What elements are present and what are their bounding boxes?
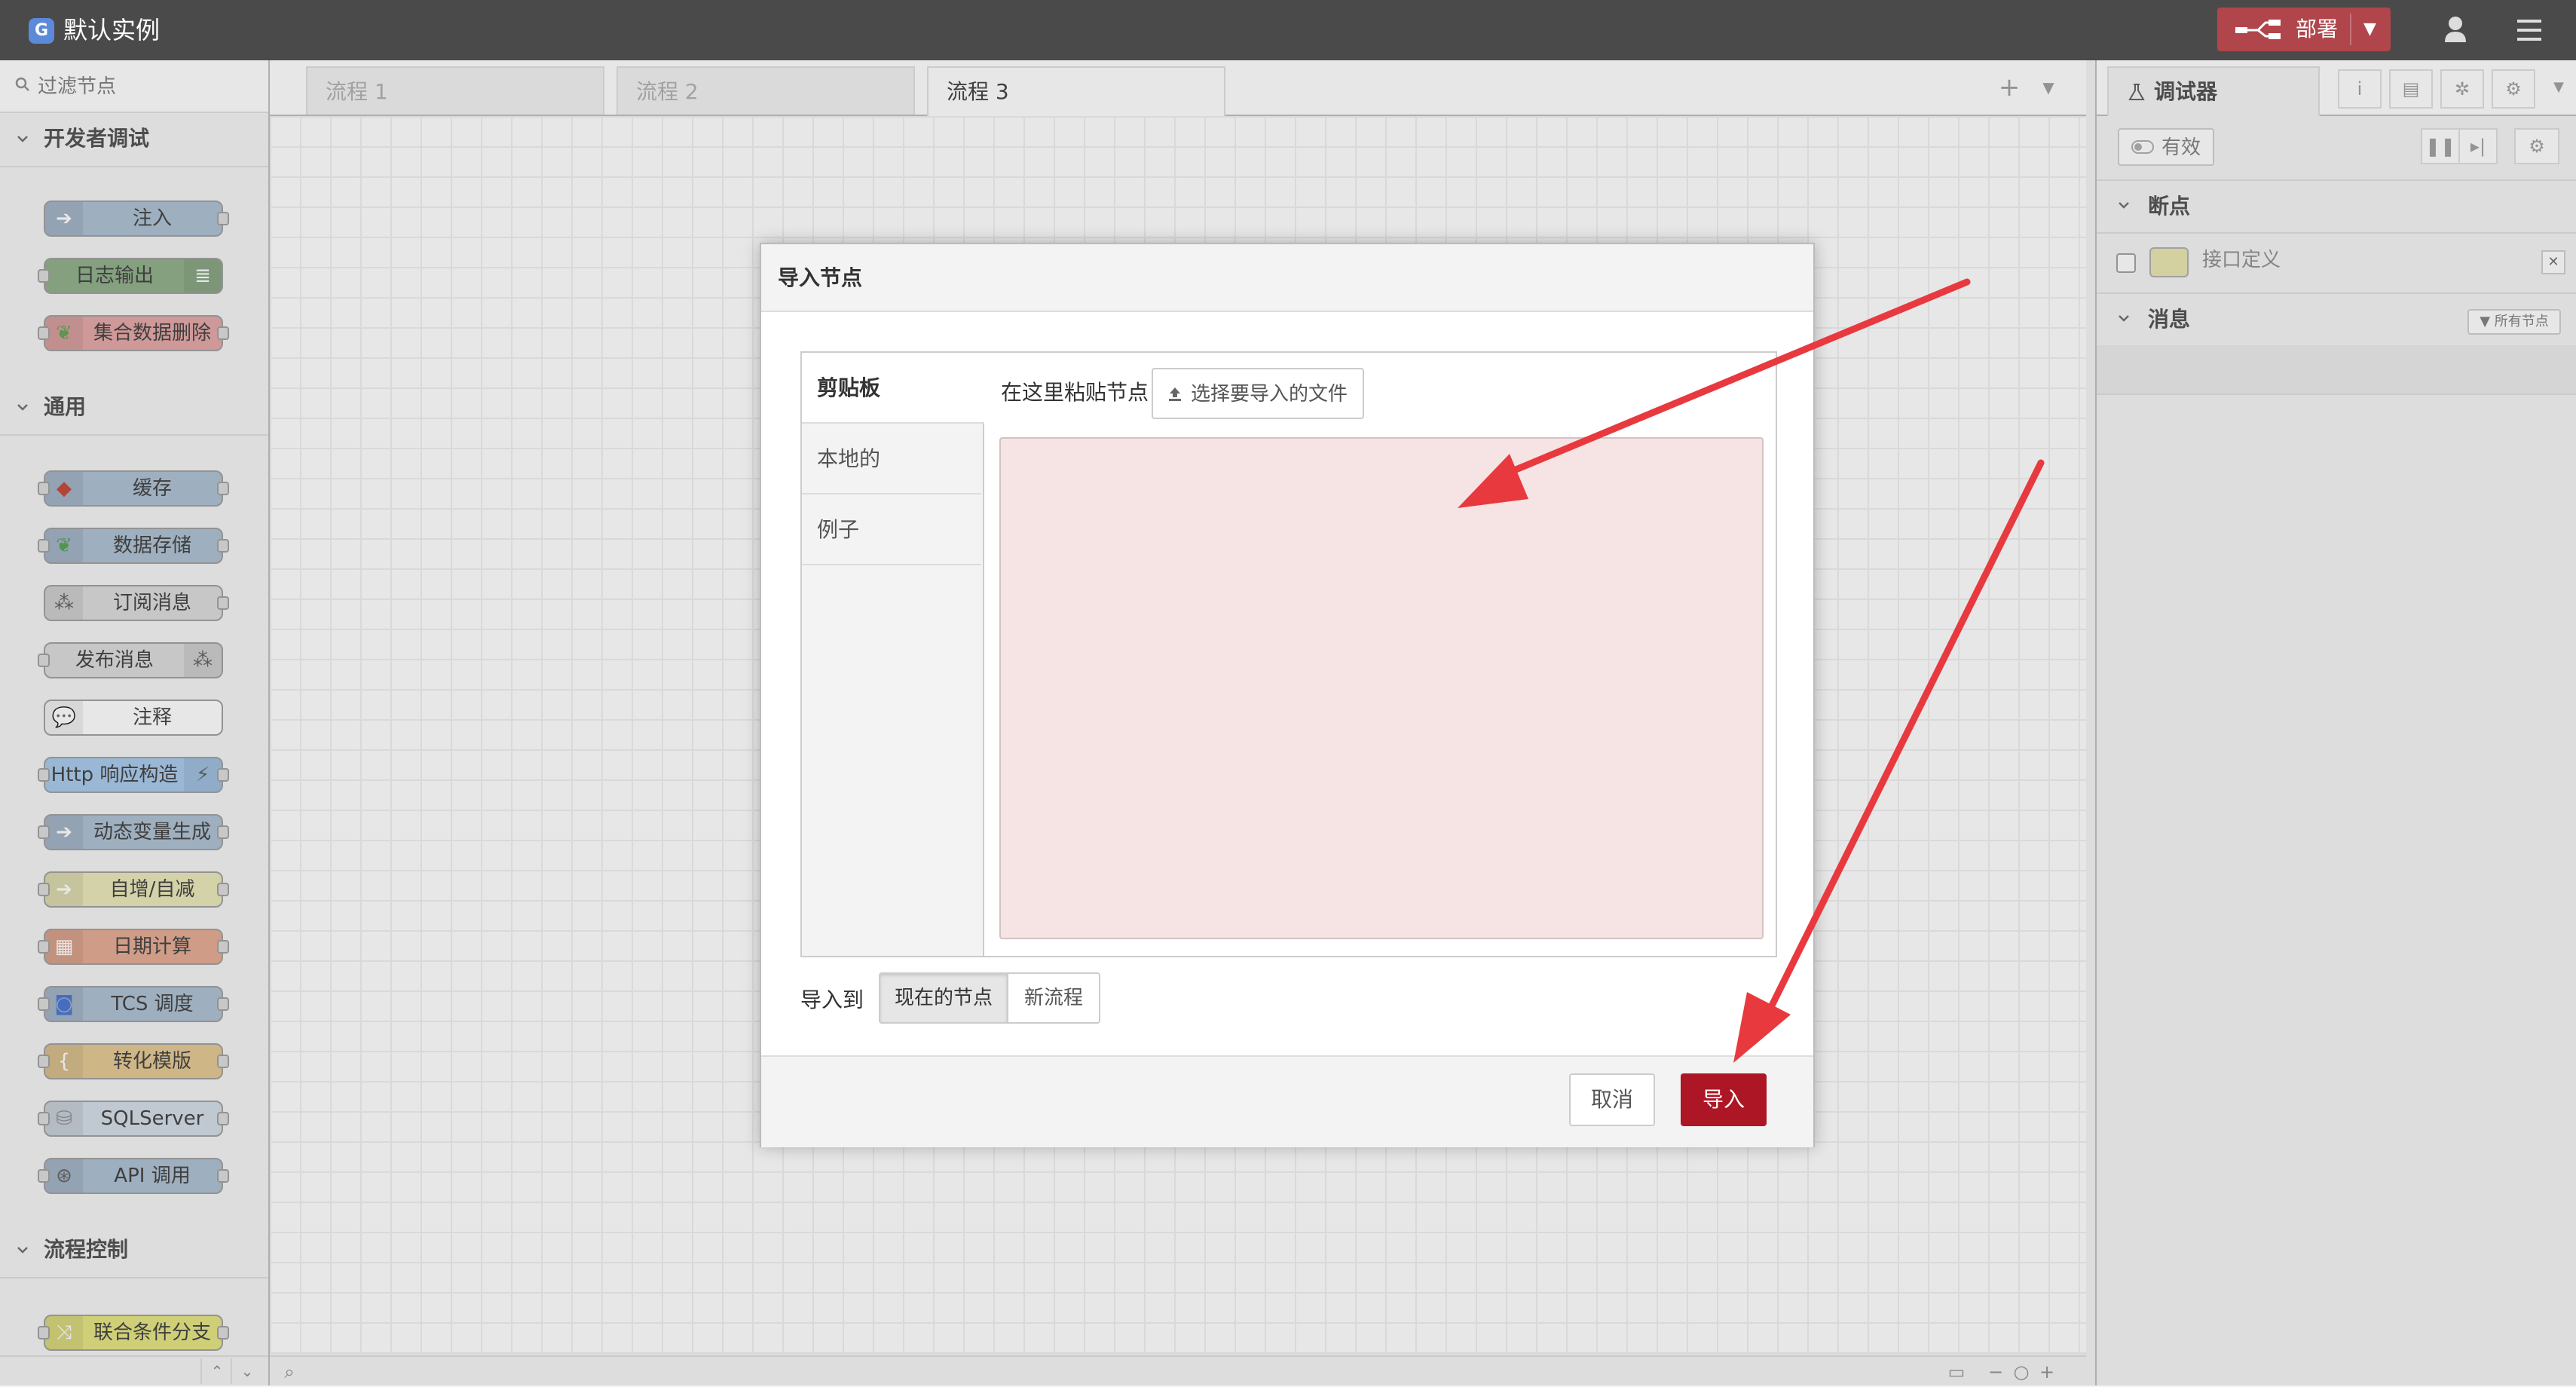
tab-examples[interactable]: 例子 <box>802 494 981 565</box>
upload-icon <box>1169 387 1181 401</box>
app-title: 默认实例 <box>63 16 161 44</box>
cancel-button[interactable]: 取消 <box>1569 1073 1655 1126</box>
dialog-footer: 取消 导入 <box>761 1055 1813 1147</box>
import-to-current-option[interactable]: 现在的节点 <box>880 974 1008 1022</box>
tab-clipboard[interactable]: 剪贴板 <box>802 353 984 424</box>
tab-local[interactable]: 本地的 <box>802 424 981 494</box>
import-button[interactable]: 导入 <box>1681 1073 1767 1126</box>
hamburger-icon[interactable] <box>2508 11 2550 50</box>
deploy-button[interactable]: 部署 ▼ <box>2217 8 2391 51</box>
import-to-new-flow-option[interactable]: 新流程 <box>1008 974 1099 1022</box>
import-dialog: 导入节点 剪贴板 本地的 例子 在这里粘贴节点 选择要导入的文件 导入到 现在的… <box>760 243 1815 1147</box>
deploy-label: 部署 <box>2296 17 2339 41</box>
dialog-title: 导入节点 <box>778 265 863 290</box>
paste-nodes-textarea[interactable] <box>999 437 1764 939</box>
import-to-label: 导入到 <box>800 987 864 1012</box>
deploy-dropdown-icon[interactable]: ▼ <box>2363 20 2376 38</box>
dialog-title-bar: 导入节点 <box>761 244 1813 312</box>
user-icon[interactable] <box>2434 11 2477 50</box>
paste-label: 在这里粘贴节点 <box>1001 380 1149 405</box>
app-logo-icon: G <box>29 18 54 44</box>
import-source-tabs: 剪贴板 本地的 例子 <box>802 353 984 956</box>
import-target-toggle: 现在的节点 新流程 <box>879 972 1100 1024</box>
deploy-icon <box>2235 20 2281 39</box>
import-panel: 剪贴板 本地的 例子 在这里粘贴节点 选择要导入的文件 <box>800 351 1777 957</box>
app-header: G 默认实例 部署 ▼ <box>0 0 2576 60</box>
select-file-button[interactable]: 选择要导入的文件 <box>1152 368 1364 419</box>
